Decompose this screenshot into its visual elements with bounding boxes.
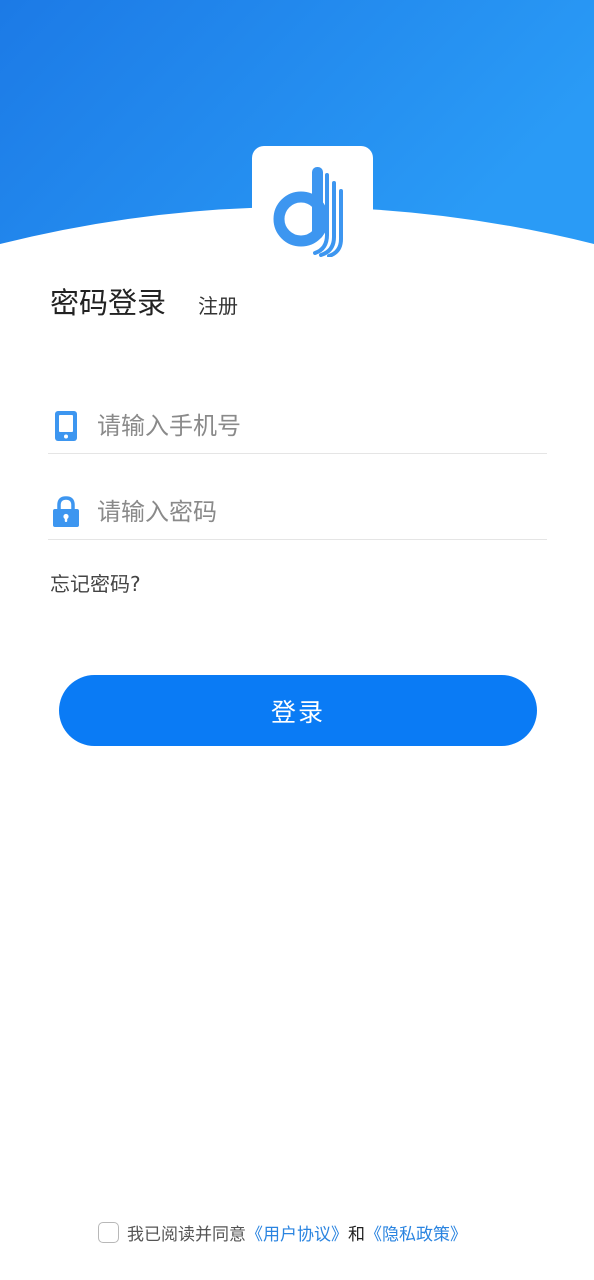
phone-input[interactable]	[97, 405, 517, 446]
forgot-password-link[interactable]: 忘记密码?	[50, 568, 141, 597]
login-tabs: 密码登录 注册	[50, 280, 238, 322]
lock-icon	[50, 495, 82, 528]
login-button[interactable]: 登录	[59, 675, 537, 746]
agreement-prefix: 我已阅读并同意	[127, 1225, 246, 1245]
agreement-row: 我已阅读并同意 《用户协议》 和 《隐私政策》	[98, 1220, 467, 1245]
tab-register[interactable]: 注册	[198, 290, 238, 319]
user-agreement-link[interactable]: 《用户协议》	[246, 1220, 348, 1245]
password-input[interactable]	[97, 491, 517, 532]
password-field	[48, 484, 547, 540]
login-screen: 密码登录 注册 忘记密码? 登录 我已阅读并同意 《用户协议》	[0, 0, 594, 1280]
privacy-policy-link[interactable]: 《隐私政策》	[365, 1220, 467, 1245]
app-logo	[252, 146, 373, 267]
phone-icon	[50, 410, 82, 442]
agreement-checkbox[interactable]	[98, 1222, 119, 1243]
app-logo-icon	[273, 166, 343, 257]
tab-password-login[interactable]: 密码登录	[50, 280, 166, 322]
phone-field	[48, 398, 547, 454]
agreement-and: 和	[348, 1225, 365, 1245]
